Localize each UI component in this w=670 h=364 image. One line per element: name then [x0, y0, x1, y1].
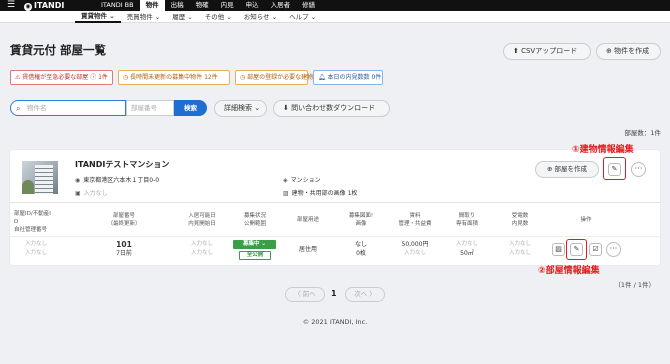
- property-name-search-input[interactable]: ⌕ 物件名: [10, 100, 126, 116]
- cell-room-id: 入力なし 入力なし: [25, 241, 48, 256]
- header-layout: 間取り 専有面積: [455, 213, 478, 227]
- annotation-building-edit: ①建物情報編集: [572, 145, 634, 155]
- prev-page-button[interactable]: 〈 前へ: [285, 287, 325, 302]
- header-usage: 部屋用途: [296, 217, 319, 223]
- row-top-rule: [10, 236, 660, 237]
- top-bar: ☰ ◉ ITANDI ITANDI BB 物件 出稿 物確 内見 申込 入居者 修…: [0, 0, 670, 11]
- image-icon: ▨: [283, 190, 289, 197]
- building-more-icon[interactable]: ···: [631, 162, 646, 177]
- subnav-help[interactable]: ヘルプ ⌄: [283, 11, 322, 23]
- cell-usage: 居住用: [298, 246, 317, 253]
- scope-badge: 全公開: [239, 251, 271, 260]
- sub-nav: 賃貸物件 ⌄ 売買物件 ⌄ 履歴 ⌄ その他 ⌄ お知らせ ⌄ ヘルプ ⌄: [0, 11, 670, 23]
- nav-viewing[interactable]: 内見: [215, 0, 240, 11]
- plus-icon: ⊕: [606, 47, 615, 55]
- header-rent: 賃料 管理・共益費: [398, 213, 432, 227]
- nav-confirm[interactable]: 物確: [190, 0, 215, 11]
- header-room-id: 部屋ID/不動産I D 自社管理番号: [14, 211, 51, 233]
- upload-icon: ⬆: [513, 47, 522, 55]
- cell-room-number[interactable]: 101 7日前: [104, 240, 144, 258]
- download-icon: ⬇: [283, 104, 292, 112]
- subnav-sale[interactable]: 売買物件 ⌄: [121, 11, 167, 23]
- plus-icon: ⊕: [546, 165, 555, 173]
- csv-upload-button[interactable]: ⬆ CSVアップロード: [503, 43, 591, 60]
- header-actions: 操作: [580, 217, 592, 223]
- room-edit-highlight: [566, 239, 587, 260]
- pagination-info: （1件 / 1件）: [614, 281, 655, 289]
- building-type: ◈ マンション: [283, 177, 321, 184]
- table-header-rule: [10, 202, 660, 203]
- room-check-icon[interactable]: ☑: [589, 243, 602, 256]
- search-icon: ⌕: [16, 104, 21, 113]
- bell-icon: 🔔︎: [318, 74, 328, 81]
- tree-shape: [22, 180, 34, 194]
- room-number-input[interactable]: 部屋番号: [126, 100, 174, 116]
- building-thumbnail[interactable]: [22, 161, 58, 194]
- building-edit-highlight: [603, 157, 626, 180]
- alert-rooms-needed[interactable]: ◷ 部屋の登録が必要な建物: [235, 70, 313, 85]
- next-page-button[interactable]: 次へ 〉: [345, 287, 385, 302]
- header-status: 募集状況 公開範囲: [243, 213, 266, 227]
- nav-itandi-bb[interactable]: ITANDI BB: [95, 0, 140, 11]
- nav-listing[interactable]: 出稿: [165, 0, 190, 11]
- nav-repair[interactable]: 修繕: [296, 0, 321, 11]
- room-more-icon[interactable]: ···: [606, 242, 621, 257]
- nav-tenant[interactable]: 入居者: [265, 0, 297, 11]
- building-images[interactable]: ▨ 建物・共用部の画像 1枚: [283, 188, 357, 197]
- footer-copyright: © 2021 ITANDI, Inc.: [302, 318, 368, 326]
- inquiry-download-button[interactable]: ⬇ 問い合わせ数ダウンロード: [273, 100, 390, 117]
- nav-application[interactable]: 申込: [240, 0, 265, 11]
- hamburger-icon[interactable]: ☰: [7, 1, 15, 10]
- page-title: 賃貸元付 部屋一覧: [10, 43, 107, 57]
- room-count: 部屋数：1件: [624, 129, 661, 137]
- building-note: ▣ 入力なし: [75, 190, 108, 197]
- cell-move-in: 入力なし 入力なし: [190, 241, 213, 256]
- location-pin-icon: ◉: [75, 177, 81, 184]
- status-badge[interactable]: 募集中 ⌄ 全公開: [233, 240, 276, 260]
- alert-stale-listings[interactable]: ◷ 長時間未更新の募集中物件 12件: [118, 70, 230, 85]
- alert-today-viewings[interactable]: 🔔︎ 本日の内見数数 0件: [313, 70, 383, 85]
- building-address: ◉ 東京都港区六本木１丁目0-0: [75, 177, 160, 184]
- header-move-in: 入居可能日 内見開始日: [188, 213, 216, 227]
- building-name[interactable]: ITANDIテストマンション: [75, 159, 169, 170]
- layers-icon: ◈: [283, 177, 288, 184]
- advanced-search-button[interactable]: 詳細検索 ⌄: [214, 100, 267, 117]
- itandi-logo[interactable]: ◉ ITANDI: [24, 1, 64, 11]
- logo-mark-icon: ◉: [24, 3, 32, 11]
- create-property-button[interactable]: ⊕ 物件を作成: [596, 43, 661, 60]
- cell-calls: 入力なし 入力なし: [508, 241, 531, 256]
- create-room-button[interactable]: ⊕ 部屋を作成: [535, 161, 599, 178]
- header-calls: 受電数 内見数: [511, 213, 529, 227]
- building-shape: [35, 165, 53, 194]
- current-page[interactable]: 1: [331, 289, 337, 298]
- header-room-number: 部屋番号 （最終更新）: [107, 213, 141, 227]
- search-button[interactable]: 検索: [174, 100, 207, 116]
- status-select[interactable]: 募集中 ⌄: [233, 240, 276, 249]
- cell-layout: 入力なし 50㎡: [455, 241, 478, 257]
- subnav-rental[interactable]: 賃貸物件 ⌄: [75, 11, 121, 23]
- main-nav: ITANDI BB 物件 出稿 物確 内見 申込 入居者 修繕: [95, 0, 321, 11]
- nav-property[interactable]: 物件: [139, 0, 165, 11]
- subnav-news[interactable]: お知らせ ⌄: [238, 11, 283, 23]
- train-icon: ▣: [75, 190, 81, 197]
- header-drawing: 募集図面! 画像: [348, 213, 374, 227]
- cell-rent: 50,000円 入力なし: [401, 241, 429, 256]
- alert-urgent-rooms[interactable]: ⚠ 賃借権が至急必要な部屋 ⓘ 1件: [10, 70, 113, 85]
- subnav-other[interactable]: その他 ⌄: [199, 11, 238, 23]
- subnav-history[interactable]: 履歴 ⌄: [166, 11, 199, 23]
- cell-drawing: なし 0枚: [354, 241, 367, 257]
- room-image-icon[interactable]: ▨: [552, 243, 565, 256]
- annotation-room-edit: ②部屋情報編集: [538, 266, 600, 276]
